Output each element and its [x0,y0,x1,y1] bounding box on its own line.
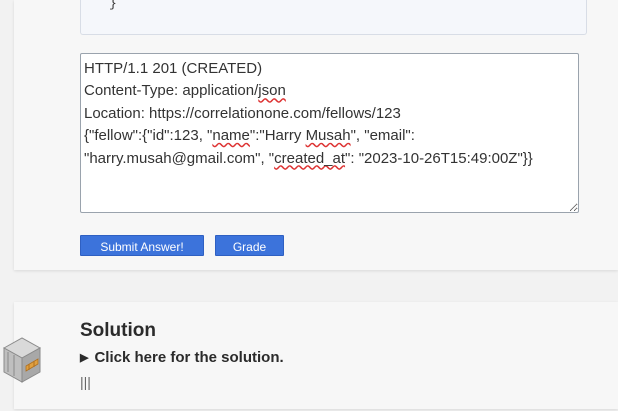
answer-line-body: {"fellow":{"id":123, "name":"Harry Musah… [84,127,533,167]
isometric-cube-icon [2,337,42,383]
solution-toggle[interactable]: ▶ Click here for the solution. [80,349,284,366]
solution-title: Solution [80,320,156,341]
answer-line-status: HTTP/1.1 201 (CREATED) [84,60,263,77]
answer-line-content-type: Content-Type: application/json [84,82,286,100]
solution-toggle-label: Click here for the solution. [94,349,284,366]
solution-content-stub: ||| [80,374,91,390]
solution-card: Solution ▶ Click here for the solution. |… [14,302,618,409]
code-closing-brace: } [109,0,117,11]
code-snippet-box: } [80,0,587,35]
answer-line-location: Location: https://correlationone.com/fel… [84,104,401,122]
exercise-card: } HTTP/1.1 201 (CREATED) Content-Type: a… [14,0,618,270]
disclosure-triangle-icon: ▶ [80,352,89,364]
grade-button[interactable]: Grade [215,235,284,256]
submit-answer-button[interactable]: Submit Answer! [80,235,204,256]
answer-textarea[interactable]: HTTP/1.1 201 (CREATED) Content-Type: app… [80,53,579,213]
